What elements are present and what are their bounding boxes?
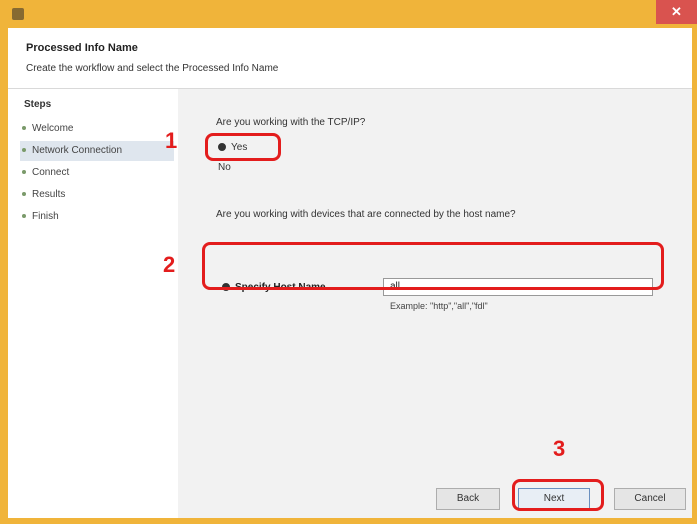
close-icon: ✕ bbox=[671, 4, 682, 19]
sidebar-item-results[interactable]: Results bbox=[20, 185, 174, 205]
annotation-number-3: 3 bbox=[553, 436, 566, 461]
sidebar-item-label: Finish bbox=[32, 211, 59, 222]
sidebar-item-label: Connect bbox=[32, 167, 70, 178]
app-icon bbox=[12, 8, 24, 20]
cancel-button[interactable]: Cancel bbox=[614, 488, 686, 510]
step-bullet-icon bbox=[22, 147, 26, 152]
window-title bbox=[260, 8, 440, 20]
radio-no-label: No bbox=[218, 162, 231, 173]
annotation-box-2 bbox=[202, 242, 664, 290]
annotation-box-1 bbox=[205, 133, 281, 161]
back-button[interactable]: Back bbox=[436, 488, 500, 510]
sidebar-item-welcome[interactable]: Welcome bbox=[20, 119, 174, 139]
annotation-number-2: 2 bbox=[163, 252, 176, 277]
sidebar-item-finish[interactable]: Finish bbox=[20, 207, 174, 227]
close-button[interactable]: ✕ bbox=[656, 0, 697, 24]
annotation-number-1: 1 bbox=[165, 128, 178, 153]
wizard-header: Processed Info Name Create the workflow … bbox=[8, 28, 692, 89]
step-bullet-icon bbox=[22, 169, 26, 174]
step-bullet-icon bbox=[22, 213, 26, 218]
wizard-description: Create the workflow and select the Proce… bbox=[26, 63, 279, 74]
sidebar-item-label: Network Connection bbox=[32, 145, 123, 156]
title-bar[interactable]: ✕ bbox=[0, 0, 697, 28]
question-tcpip: Are you working with the TCP/IP? bbox=[216, 117, 366, 128]
sidebar-item-label: Results bbox=[32, 189, 66, 200]
sidebar-item-label: Welcome bbox=[32, 123, 74, 134]
wizard-title: Processed Info Name bbox=[26, 42, 138, 54]
sidebar-item-network-connection[interactable]: Network Connection bbox=[20, 141, 174, 161]
question-host-name: Are you working with devices that are co… bbox=[216, 209, 516, 220]
window-border-bottom bbox=[0, 518, 697, 524]
sidebar-item-connect[interactable]: Connect bbox=[20, 163, 174, 183]
window-border-left bbox=[0, 28, 8, 518]
host-name-example: Example: "http","all","fdl" bbox=[390, 301, 488, 311]
step-bullet-icon bbox=[22, 125, 26, 130]
steps-heading: Steps bbox=[24, 99, 52, 110]
annotation-box-3 bbox=[512, 479, 604, 511]
radio-no[interactable]: No bbox=[218, 161, 231, 175]
steps-sidebar: Steps Welcome Network Connection Connect… bbox=[8, 89, 178, 518]
step-bullet-icon bbox=[22, 191, 26, 196]
